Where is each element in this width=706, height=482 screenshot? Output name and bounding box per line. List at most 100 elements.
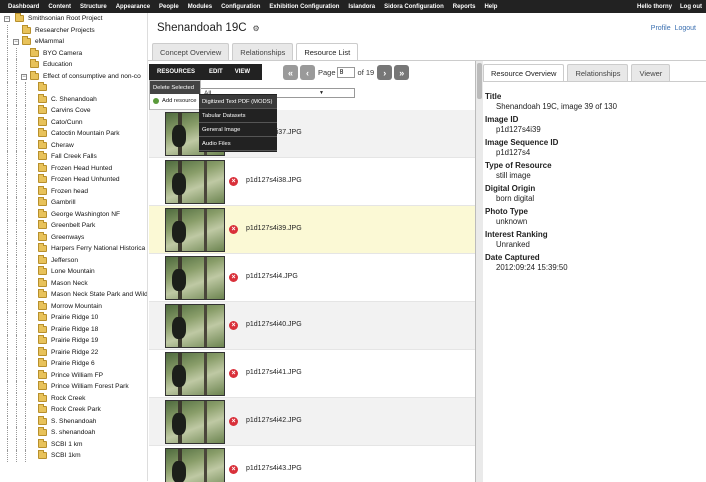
add-resource-item[interactable]: Add resource xyxy=(150,94,200,107)
resource-row[interactable]: × p1d127s4i4.JPG xyxy=(149,254,475,302)
tree-node[interactable]: S. Shenandoah xyxy=(0,415,147,427)
tree-node[interactable]: Lone Mountain xyxy=(0,266,147,278)
tree-node[interactable]: SCBI 1 km xyxy=(0,438,147,450)
resource-thumbnail[interactable] xyxy=(165,352,225,396)
tree-node[interactable]: Frozen Head Unhunted xyxy=(0,174,147,186)
resource-row[interactable]: × p1d127s4i39.JPG xyxy=(149,206,475,254)
tree-node[interactable]: Mason Neck State Park and Wild xyxy=(0,289,147,301)
tree-node[interactable]: Prairie Ridge 10 xyxy=(0,312,147,324)
tree-node[interactable]: − Smithsonian Root Project xyxy=(0,13,147,25)
resource-thumbnail[interactable] xyxy=(165,208,225,252)
resource-row[interactable]: × p1d127s4i38.JPG xyxy=(149,158,475,206)
tree-node[interactable]: Gambrill xyxy=(0,197,147,209)
resource-thumbnail[interactable] xyxy=(165,256,225,300)
resource-thumbnail[interactable] xyxy=(165,448,225,482)
first-page-button[interactable]: « xyxy=(283,65,298,80)
tree-node[interactable]: Education xyxy=(0,59,147,71)
tree-node[interactable]: Frozen Head Hunted xyxy=(0,162,147,174)
profile-logout-link[interactable]: Logout xyxy=(675,25,696,32)
resource-thumbnail[interactable] xyxy=(165,160,225,204)
tree-node[interactable]: Jefferson xyxy=(0,254,147,266)
logout-link[interactable]: Log out xyxy=(680,4,702,10)
resource-filename[interactable]: p1d127s4i41.JPG xyxy=(246,369,302,376)
tree-node[interactable]: Carvins Cove xyxy=(0,105,147,117)
admin-menu-item[interactable]: Reports xyxy=(453,4,476,10)
collapse-icon[interactable]: − xyxy=(21,73,27,80)
tab-resource-overview[interactable]: Resource Overview xyxy=(483,64,565,81)
delete-icon[interactable]: × xyxy=(229,177,238,186)
tree-node[interactable]: Prairie Ridge 22 xyxy=(0,346,147,358)
resource-filename[interactable]: p1d127s4i40.JPG xyxy=(246,321,302,328)
tree-node[interactable]: Frozen head xyxy=(0,185,147,197)
resources-menu-button[interactable]: RESOURCES xyxy=(157,69,195,75)
tree-node[interactable]: Morrow Mountain xyxy=(0,300,147,312)
delete-icon[interactable]: × xyxy=(229,225,238,234)
tree-node[interactable]: George Washington NF xyxy=(0,208,147,220)
admin-menu-item[interactable]: Exhibition Configuration xyxy=(269,4,339,10)
tab-relationships[interactable]: Relationships xyxy=(232,43,294,61)
tree-node[interactable]: Researcher Projects xyxy=(0,24,147,36)
collapse-icon[interactable]: − xyxy=(4,16,10,22)
tree-node[interactable]: Cato/Cunn xyxy=(0,116,147,128)
tree-node[interactable]: BYO Camera xyxy=(0,47,147,59)
scrollbar-thumb[interactable] xyxy=(477,63,482,99)
tree-node[interactable]: − eMammal xyxy=(0,36,147,48)
admin-menu-item[interactable]: Islandora xyxy=(348,4,375,10)
resource-row[interactable]: × p1d127s4i43.JPG xyxy=(149,446,475,482)
resource-thumbnail[interactable] xyxy=(165,400,225,444)
next-page-button[interactable]: › xyxy=(377,65,393,80)
admin-menu-item[interactable]: Dashboard xyxy=(8,4,39,10)
tab-resource-relationships[interactable]: Relationships xyxy=(567,64,629,81)
admin-menu-item[interactable]: Content xyxy=(48,4,71,10)
tree-node[interactable]: Prairie Ridge 18 xyxy=(0,323,147,335)
page-number-input[interactable] xyxy=(336,67,355,78)
admin-menu-item[interactable]: Configuration xyxy=(221,4,260,10)
resource-filename[interactable]: p1d127s4i4.JPG xyxy=(246,273,298,280)
list-scrollbar[interactable] xyxy=(475,61,483,482)
tab-resource-list[interactable]: Resource List xyxy=(296,43,359,61)
admin-menu-item[interactable]: Appearance xyxy=(116,4,150,10)
edit-menu-button[interactable]: EDIT xyxy=(209,69,223,75)
tree-node[interactable]: Greenways xyxy=(0,231,147,243)
tree-node[interactable]: C. Shenandoah xyxy=(0,93,147,105)
delete-icon[interactable]: × xyxy=(229,321,238,330)
tree-node[interactable]: Greenbelt Park xyxy=(0,220,147,232)
resource-row[interactable]: × p1d127s4i40.JPG xyxy=(149,302,475,350)
delete-icon[interactable]: × xyxy=(229,417,238,426)
profile-link[interactable]: Profile xyxy=(651,25,671,32)
tab-viewer[interactable]: Viewer xyxy=(631,64,671,81)
gear-icon[interactable]: ⚙ xyxy=(253,24,260,33)
submenu-item-image[interactable]: General Image xyxy=(199,123,277,137)
tree-node[interactable]: Mason Neck xyxy=(0,277,147,289)
resource-thumbnail[interactable] xyxy=(165,304,225,348)
admin-menu-item[interactable]: Help xyxy=(484,4,497,10)
tree-node[interactable]: Prince William FP xyxy=(0,369,147,381)
submenu-item-tabular[interactable]: Tabular Datasets xyxy=(199,109,277,123)
tree-node[interactable]: Prince William Forest Park xyxy=(0,381,147,393)
tab-concept-overview[interactable]: Concept Overview xyxy=(152,43,230,61)
admin-menu-item[interactable]: Modules xyxy=(188,4,212,10)
submenu-item-pdf[interactable]: Digitized Text PDF (MODS) xyxy=(199,95,277,109)
tree-node[interactable]: Harpers Ferry National Historica xyxy=(0,243,147,255)
resource-filename[interactable]: p1d127s4i39.JPG xyxy=(246,225,302,232)
resource-row[interactable]: × p1d127s4i42.JPG xyxy=(149,398,475,446)
delete-selected-item[interactable]: Delete Selected xyxy=(150,81,200,94)
tree-node[interactable]: Rock Creek Park xyxy=(0,404,147,416)
tree-node[interactable]: Prairie Ridge 19 xyxy=(0,335,147,347)
delete-icon[interactable]: × xyxy=(229,465,238,474)
tree-node[interactable]: Rock Creek xyxy=(0,392,147,404)
prev-page-button[interactable]: ‹ xyxy=(300,65,315,80)
tree-node[interactable]: Cheraw xyxy=(0,139,147,151)
resource-filename[interactable]: p1d127s4i42.JPG xyxy=(246,417,302,424)
tree-node[interactable]: Fall Creek Falls xyxy=(0,151,147,163)
tree-node[interactable]: Prairie Ridge 6 xyxy=(0,358,147,370)
tree-node[interactable] xyxy=(0,82,147,94)
resource-filename[interactable]: p1d127s4i38.JPG xyxy=(246,177,302,184)
admin-menu-item[interactable]: People xyxy=(159,4,179,10)
delete-icon[interactable]: × xyxy=(229,273,238,282)
view-menu-button[interactable]: VIEW xyxy=(235,69,250,75)
resource-filename[interactable]: p1d127s4i43.JPG xyxy=(246,465,302,472)
tree-node[interactable]: Catoctin Mountain Park xyxy=(0,128,147,140)
tree-node[interactable]: − Effect of consumptive and non-co xyxy=(0,70,147,82)
tree-node[interactable]: SCBI 1km xyxy=(0,450,147,462)
